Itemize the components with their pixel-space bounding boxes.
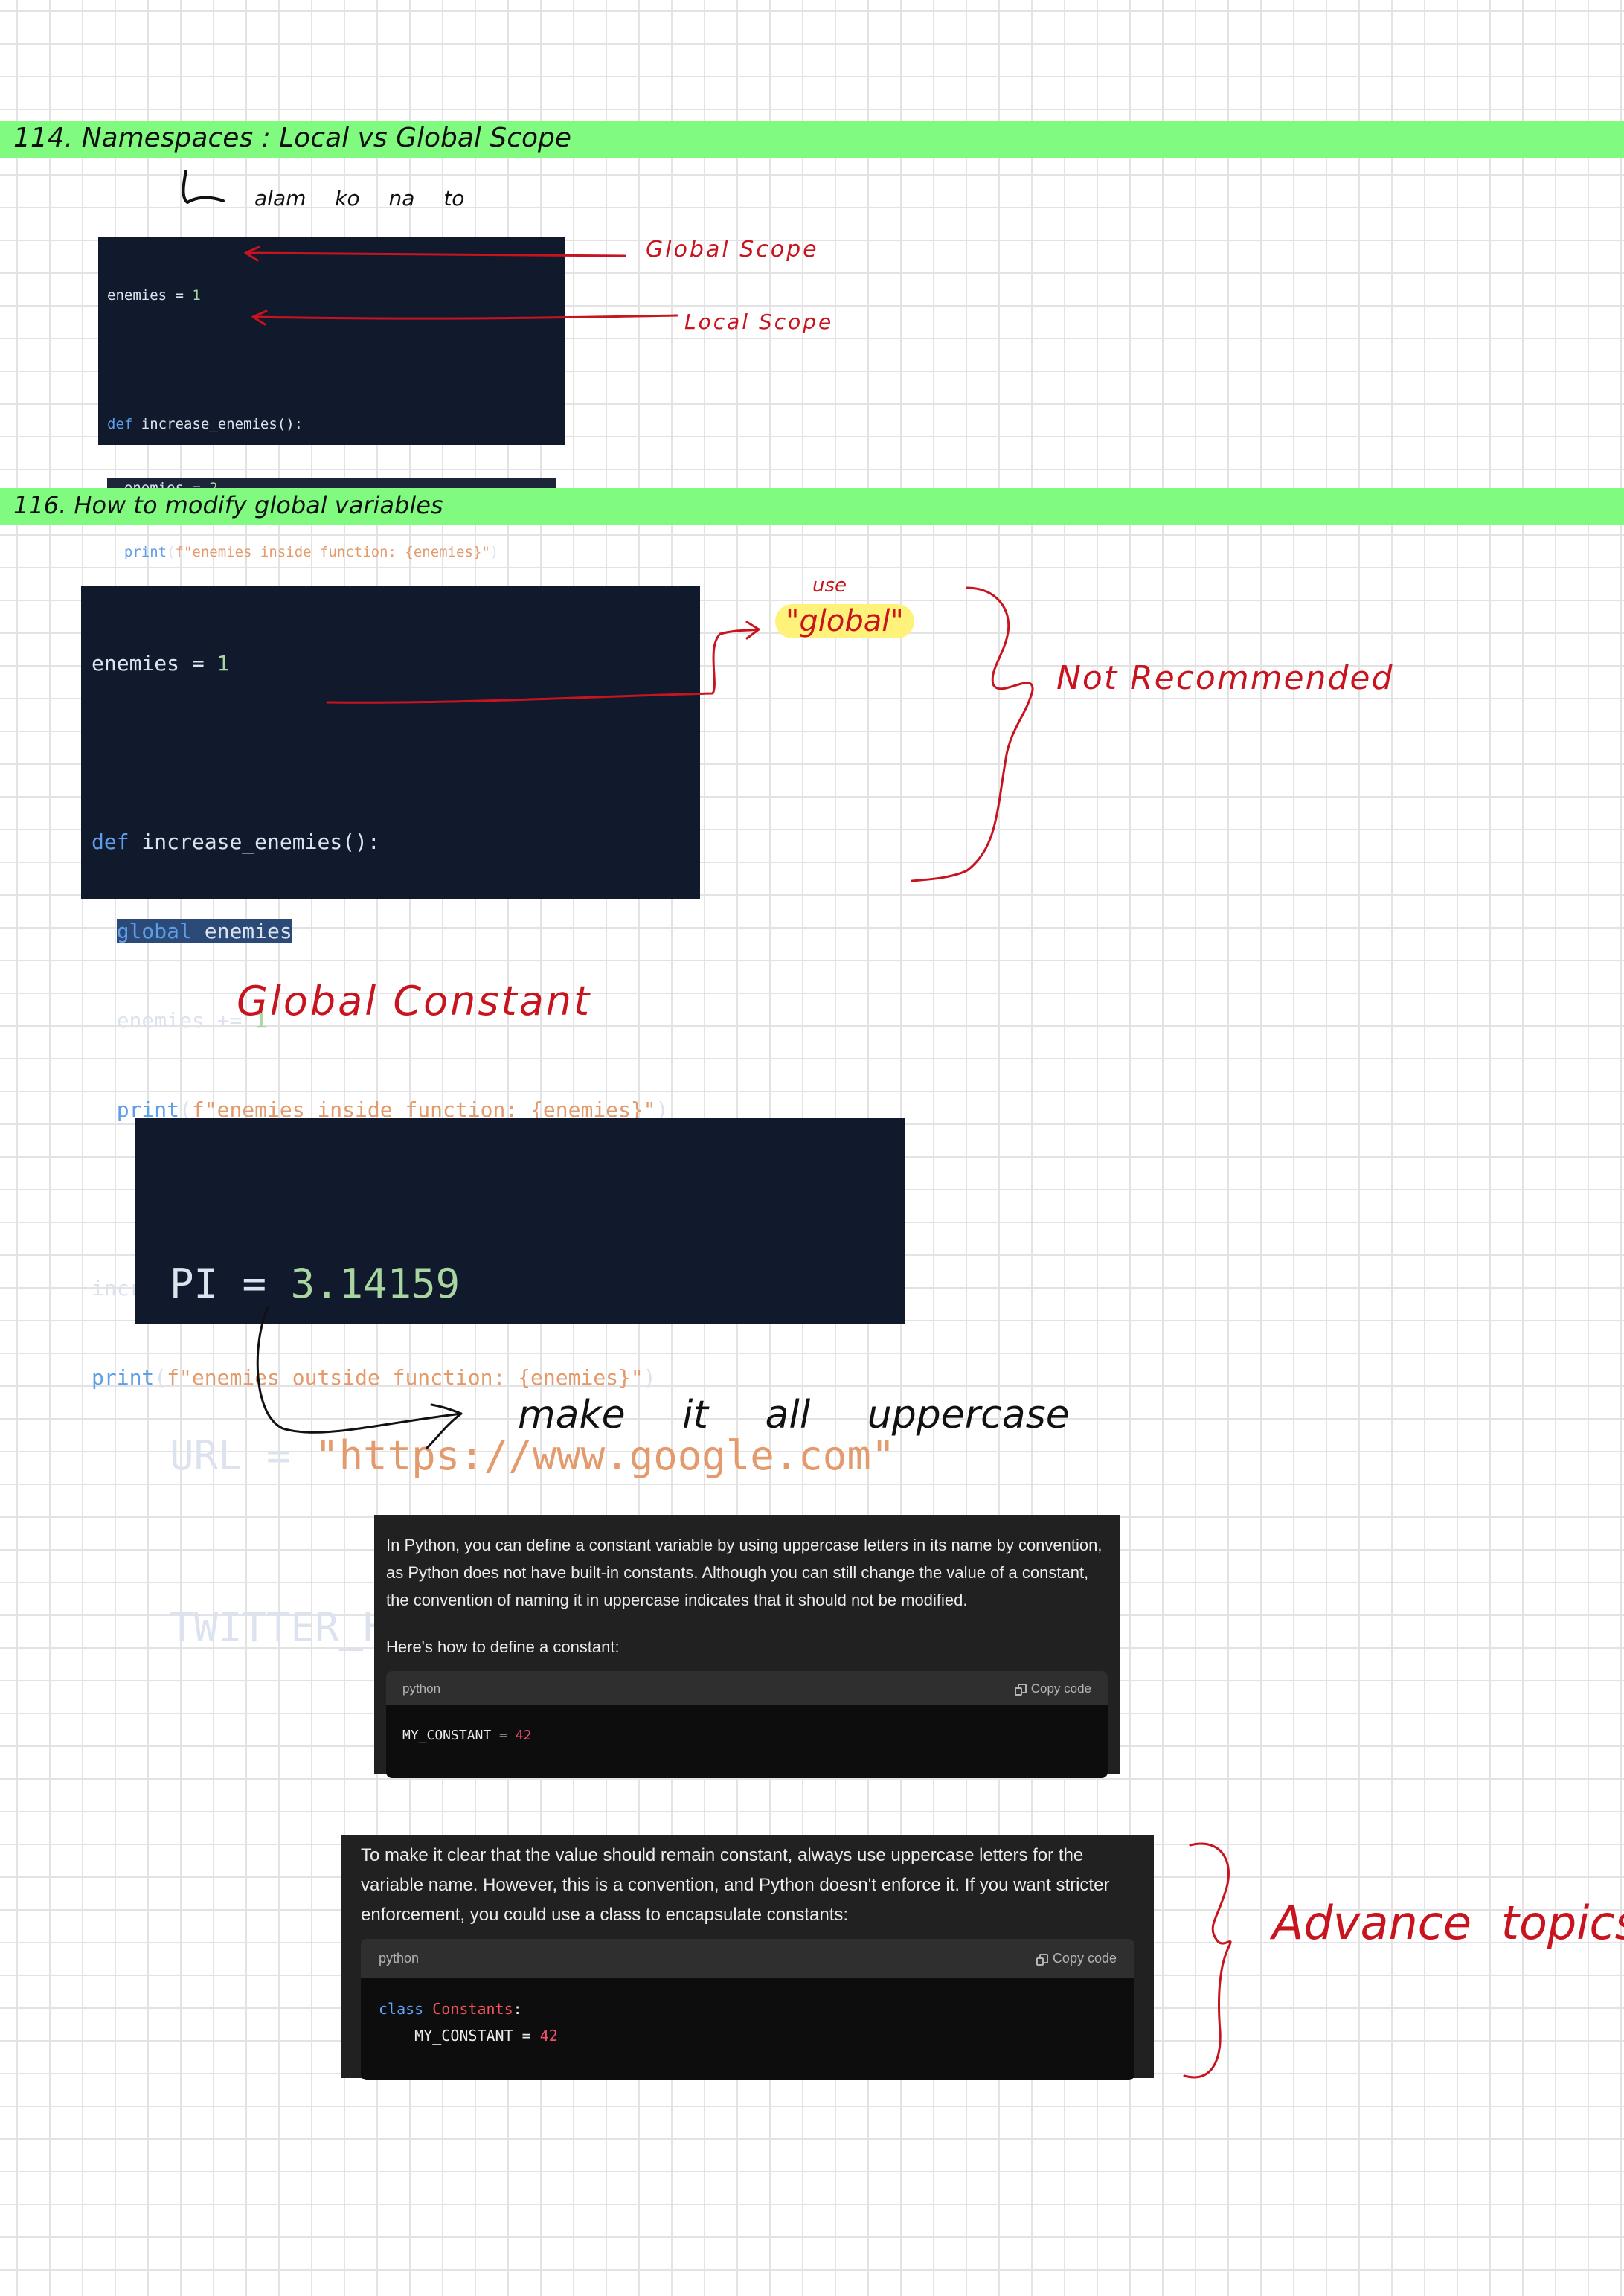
answer-intro: Here's how to define a constant: <box>386 1638 620 1656</box>
chat-answer-card: In Python, you can define a constant var… <box>374 1515 1120 1778</box>
code-line: print(f"enemies inside function: {enemie… <box>123 543 499 560</box>
code-number: 42 <box>539 2027 558 2045</box>
section-heading: 114. Namespaces : Local vs Global Scope <box>13 123 572 153</box>
code-block-global-keyword: enemies = 1 def increase_enemies(): glob… <box>81 586 700 1390</box>
annotation-advance-topics: Advance topics <box>1272 1896 1624 1950</box>
code-class-name: Constants <box>432 2000 513 2018</box>
code-identifier: MY_CONSTANT <box>402 1728 492 1743</box>
code-snippet-header: python Copy code <box>361 1939 1134 1978</box>
annotation-use: use <box>812 574 847 597</box>
copy-icon <box>1014 1683 1027 1696</box>
section-heading: 116. How to modify global variables <box>13 491 443 519</box>
annotation-uppercase: make it all uppercase <box>518 1393 1070 1437</box>
code-identifier: MY_CONSTANT <box>414 2027 513 2045</box>
copy-code-button[interactable]: Copy code <box>1036 1943 1117 1973</box>
copy-code-button[interactable]: Copy code <box>1014 1675 1091 1702</box>
chat-answer-card: To make it clear that the value should r… <box>341 1835 1154 2080</box>
code-keyword: class <box>379 2000 424 2018</box>
code-operator: = <box>513 2027 540 2045</box>
code-line: def increase_enemies(): <box>92 830 380 854</box>
code-language-label: python <box>402 1681 441 1696</box>
code-snippet: python Copy code class Constants: MY_CON… <box>361 1939 1134 2080</box>
brace-advance-topics <box>1183 1842 1232 2079</box>
hook-arrow-stroke <box>182 170 225 204</box>
code-snippet-header: python Copy code <box>386 1671 1108 1705</box>
code-line: PI = 3.14159 <box>170 1260 460 1307</box>
handwritten-note: alam ko na to <box>254 186 465 211</box>
code-line: enemies = 1 <box>92 651 230 676</box>
annotation-not-recommended: Not Recommended <box>1056 659 1394 697</box>
brace-not-recommended <box>911 586 1034 882</box>
copy-icon <box>1036 1953 1048 1966</box>
code-snippet: python Copy code MY_CONSTANT = 42 <box>386 1671 1108 1778</box>
code-line: def increase_enemies(): <box>107 415 304 432</box>
annotation-global-scope: Global Scope <box>646 237 819 263</box>
code-language-label: python <box>379 1951 420 1966</box>
answer-paragraph: In Python, you can define a constant var… <box>386 1536 1103 1609</box>
code-block-local-global: enemies = 1 def increase_enemies(): enem… <box>98 237 565 752</box>
annotation-global-keyword: "global" <box>775 604 914 638</box>
code-snippet-body: class Constants: MY_CONSTANT = 42 <box>361 1978 1134 2080</box>
code-snippet-body: MY_CONSTANT = 42 <box>386 1705 1108 1778</box>
code-line: enemies = 1 <box>107 287 201 304</box>
section-heading-global-constant: Global Constant <box>237 978 592 1024</box>
code-colon: : <box>513 2000 522 2018</box>
annotation-local-scope: Local Scope <box>684 310 834 334</box>
code-line: global enemies <box>116 919 292 943</box>
code-block-constants: PI = 3.14159 URL = "https://www.google.c… <box>135 1118 905 1651</box>
copy-code-label: Copy code <box>1030 1681 1091 1696</box>
answer-paragraph: To make it clear that the value should r… <box>361 1845 1110 1925</box>
copy-code-label: Copy code <box>1052 1951 1117 1966</box>
code-operator: = <box>491 1728 516 1743</box>
code-number: 42 <box>515 1728 532 1743</box>
